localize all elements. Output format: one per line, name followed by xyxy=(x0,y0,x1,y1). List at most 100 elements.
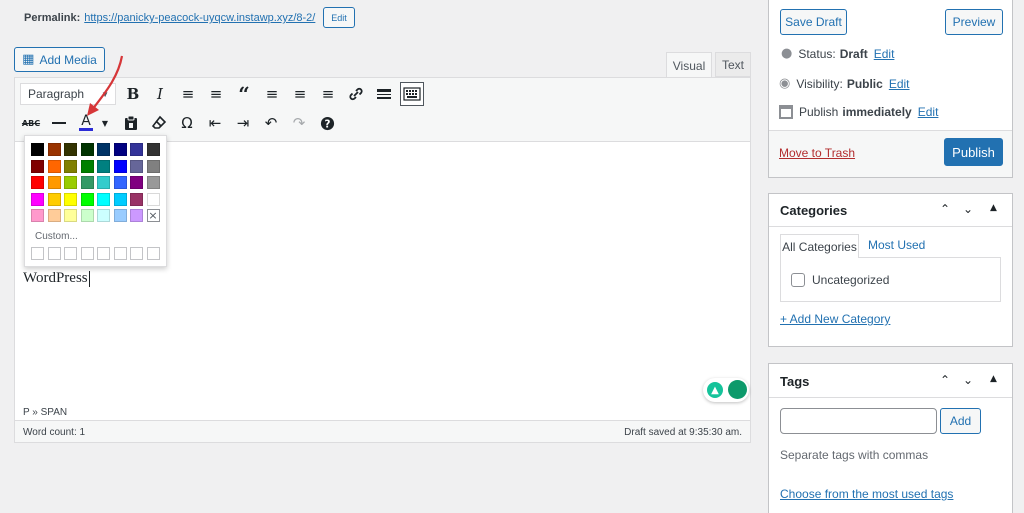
clear-formatting-icon[interactable] xyxy=(148,112,170,134)
align-left-icon[interactable]: ≡ xyxy=(261,83,283,105)
color-swatch[interactable] xyxy=(80,209,94,222)
save-draft-button[interactable]: Save Draft xyxy=(780,9,847,35)
blockquote-icon[interactable]: “ xyxy=(233,82,255,106)
custom-color-slot[interactable] xyxy=(31,247,44,260)
tags-toggle-panel-icon[interactable]: ▲ xyxy=(990,374,997,384)
choose-tags-link[interactable]: Choose from the most used tags xyxy=(780,487,953,501)
move-down-icon[interactable]: ⌄ xyxy=(963,202,973,216)
color-swatch[interactable] xyxy=(97,209,110,222)
special-character-icon[interactable]: Ω xyxy=(176,112,198,134)
custom-color-link[interactable]: Custom... xyxy=(35,231,78,242)
color-swatch[interactable] xyxy=(31,176,44,189)
preview-button[interactable]: Preview xyxy=(945,9,1003,35)
color-swatch[interactable] xyxy=(130,159,143,173)
bullet-list-icon[interactable]: ≡ xyxy=(177,83,199,105)
custom-color-slot[interactable] xyxy=(97,247,110,260)
color-swatch[interactable] xyxy=(47,192,61,206)
move-to-trash-link[interactable]: Move to Trash xyxy=(779,146,855,160)
schedule-edit-link[interactable]: Edit xyxy=(918,105,939,119)
color-swatch[interactable] xyxy=(97,192,110,206)
add-new-category-link[interactable]: + Add New Category xyxy=(780,312,890,326)
color-swatch[interactable] xyxy=(64,192,77,206)
move-up-icon[interactable]: ⌃ xyxy=(940,202,950,216)
horizontal-line-icon[interactable] xyxy=(48,112,70,134)
editor-content[interactable]: WordPress xyxy=(23,270,90,287)
permalink-edit-button[interactable]: Edit xyxy=(323,7,355,28)
color-swatch[interactable] xyxy=(31,159,44,173)
indent-icon[interactable]: ⇥ xyxy=(232,112,254,134)
custom-color-slot[interactable] xyxy=(47,247,61,260)
custom-color-slot[interactable] xyxy=(64,247,77,260)
permalink-url[interactable]: https://panicky-peacock-uyqcw.instawp.xy… xyxy=(84,12,315,24)
color-swatch[interactable] xyxy=(113,143,127,156)
color-swatch[interactable] xyxy=(97,176,110,189)
italic-icon[interactable]: I xyxy=(149,83,171,105)
color-swatch[interactable] xyxy=(146,159,160,173)
color-swatch[interactable] xyxy=(146,176,160,189)
color-swatch[interactable] xyxy=(80,143,94,156)
undo-icon[interactable]: ↶ xyxy=(260,112,282,134)
color-swatch[interactable] xyxy=(31,143,44,156)
color-swatch[interactable] xyxy=(113,176,127,189)
category-item[interactable]: Uncategorized xyxy=(791,273,889,287)
color-swatch[interactable] xyxy=(47,176,61,189)
custom-color-slot[interactable] xyxy=(113,247,127,260)
color-swatch[interactable] xyxy=(47,209,61,222)
color-swatch[interactable] xyxy=(47,159,61,173)
align-center-icon[interactable]: ≡ xyxy=(289,83,311,105)
color-swatch[interactable] xyxy=(146,192,160,206)
color-swatch[interactable] xyxy=(130,176,143,189)
toggle-panel-icon[interactable]: ▲ xyxy=(990,203,997,213)
calendar-icon xyxy=(779,105,793,119)
tab-most-used[interactable]: Most Used xyxy=(868,238,925,252)
color-swatch[interactable] xyxy=(47,143,61,156)
color-swatch[interactable] xyxy=(130,192,143,206)
tags-move-down-icon[interactable]: ⌄ xyxy=(963,373,973,387)
lightbulb-icon[interactable]: ▲ xyxy=(707,382,723,398)
color-swatch[interactable] xyxy=(64,143,77,156)
color-swatch[interactable] xyxy=(146,143,160,156)
color-swatch[interactable] xyxy=(113,209,127,222)
text-cursor xyxy=(88,270,90,287)
tab-text[interactable]: Text xyxy=(715,52,751,77)
color-swatch[interactable] xyxy=(97,159,110,173)
color-swatch[interactable] xyxy=(113,159,127,173)
link-icon[interactable] xyxy=(345,83,367,105)
align-right-icon[interactable]: ≡ xyxy=(317,83,339,105)
color-swatch[interactable] xyxy=(130,209,143,222)
add-tag-button[interactable]: Add xyxy=(940,408,981,434)
outdent-icon[interactable]: ⇤ xyxy=(204,112,226,134)
no-color-icon[interactable]: × xyxy=(146,209,160,222)
grammar-check-icon[interactable] xyxy=(728,380,747,399)
tag-input[interactable] xyxy=(780,408,937,434)
visibility-edit-link[interactable]: Edit xyxy=(889,77,910,91)
strikethrough-icon[interactable]: ABC xyxy=(20,112,42,134)
color-swatch[interactable] xyxy=(64,159,77,173)
custom-color-slot[interactable] xyxy=(80,247,94,260)
color-swatch[interactable] xyxy=(113,192,127,206)
element-path: P » SPAN xyxy=(23,407,68,418)
color-swatch[interactable] xyxy=(31,192,44,206)
color-swatch[interactable] xyxy=(31,209,44,222)
color-swatch[interactable] xyxy=(64,209,77,222)
tab-visual[interactable]: Visual xyxy=(666,52,712,78)
help-icon[interactable]: ? xyxy=(316,112,338,134)
redo-icon[interactable]: ↷ xyxy=(288,112,310,134)
publish-button[interactable]: Publish xyxy=(944,138,1003,166)
color-swatch[interactable] xyxy=(64,176,77,189)
status-edit-link[interactable]: Edit xyxy=(874,47,895,61)
custom-color-slot[interactable] xyxy=(146,247,160,260)
category-checkbox[interactable] xyxy=(791,273,805,287)
color-swatch[interactable] xyxy=(80,159,94,173)
color-swatch[interactable] xyxy=(130,143,143,156)
numbered-list-icon[interactable]: ≡ xyxy=(205,83,227,105)
color-swatch[interactable] xyxy=(80,192,94,206)
read-more-icon[interactable] xyxy=(373,83,395,105)
tags-move-up-icon[interactable]: ⌃ xyxy=(940,373,950,387)
toolbar-toggle-icon[interactable] xyxy=(400,82,424,106)
tab-all-categories[interactable]: All Categories xyxy=(780,234,859,258)
color-swatch[interactable] xyxy=(80,176,94,189)
color-swatch[interactable] xyxy=(97,143,110,156)
format-select-value: Paragraph xyxy=(28,87,85,101)
custom-color-slot[interactable] xyxy=(130,247,143,260)
